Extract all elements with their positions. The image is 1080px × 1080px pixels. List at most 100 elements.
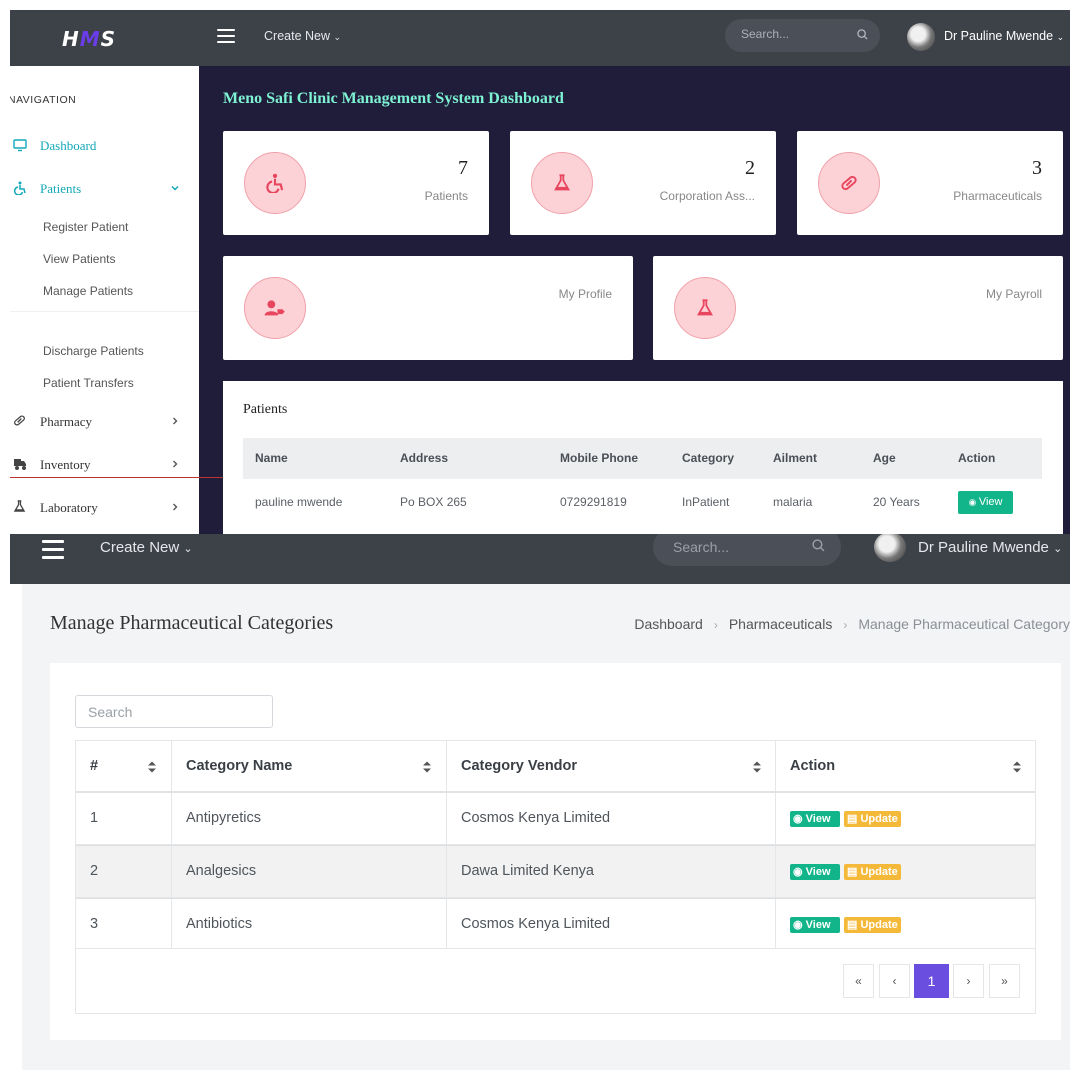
column-header: Action bbox=[958, 451, 996, 465]
view-button[interactable]: ◉ View bbox=[790, 811, 840, 827]
main-content: Manage Pharmaceutical Categories Dashboa… bbox=[22, 584, 1070, 1070]
column-header-category-vendor[interactable]: Category Vendor bbox=[447, 741, 776, 791]
pagination-next[interactable]: › bbox=[953, 964, 984, 998]
chevron-right-icon bbox=[170, 416, 180, 426]
column-header: Category bbox=[682, 451, 735, 465]
wheelchair-icon bbox=[13, 181, 27, 195]
edit-icon: ▤ bbox=[847, 813, 861, 825]
search-input[interactable] bbox=[741, 27, 851, 41]
edit-icon: ▤ bbox=[847, 866, 861, 878]
dashboard-title: Meno Safi Clinic Management System Dashb… bbox=[223, 90, 564, 107]
table-row: 2 Analgesics Dawa Limited Kenya ◉ View ▤… bbox=[76, 845, 1035, 898]
stat-value: 7 bbox=[458, 157, 468, 179]
sort-icon[interactable] bbox=[752, 760, 762, 774]
stat-card-patients[interactable]: 7 Patients bbox=[223, 131, 489, 235]
breadcrumb-current: Manage Pharmaceutical Category bbox=[858, 616, 1070, 632]
page-title: Manage Pharmaceutical Categories bbox=[50, 612, 334, 634]
cell-category-vendor: Cosmos Kenya Limited bbox=[461, 916, 611, 932]
create-new-dropdown[interactable]: Create New ⌄ bbox=[264, 29, 341, 43]
cell-name: pauline mwende bbox=[255, 495, 343, 509]
user-menu[interactable]: Dr Pauline Mwende ⌄ bbox=[918, 539, 1062, 556]
breadcrumb-separator-icon: › bbox=[713, 618, 718, 632]
user-avatar[interactable] bbox=[907, 23, 935, 51]
pagination-first[interactable]: « bbox=[843, 964, 874, 998]
truck-icon bbox=[13, 457, 29, 471]
sidebar-item-patients[interactable]: Patients bbox=[10, 178, 199, 200]
column-header-category-name[interactable]: Category Name bbox=[172, 741, 447, 791]
flask-icon bbox=[13, 500, 26, 513]
sidebar-item-dashboard[interactable]: Dashboard bbox=[10, 135, 199, 157]
patients-table-title: Patients bbox=[243, 402, 288, 417]
monitor-icon bbox=[13, 138, 27, 152]
cell-phone: 0729291819 bbox=[560, 495, 627, 509]
sidebar-divider bbox=[10, 311, 199, 312]
view-button[interactable]: ◉ View bbox=[790, 864, 840, 880]
column-header: Age bbox=[873, 451, 896, 465]
search-icon[interactable] bbox=[857, 29, 868, 40]
pagination-previous[interactable]: ‹ bbox=[879, 964, 910, 998]
update-button[interactable]: ▤ Update bbox=[844, 864, 901, 880]
sort-icon[interactable] bbox=[147, 760, 157, 774]
sidebar-item-inventory[interactable]: Inventory bbox=[10, 454, 199, 476]
sidebar-subitem-discharge-patients[interactable]: Discharge Patients bbox=[43, 344, 144, 358]
column-header-number[interactable]: # bbox=[76, 741, 172, 791]
sort-icon[interactable] bbox=[422, 760, 432, 774]
menu-toggle-icon[interactable] bbox=[42, 540, 64, 564]
breadcrumb: Dashboard › Pharmaceuticals › Manage Pharmac… bbox=[634, 616, 1070, 632]
column-header: Ailment bbox=[773, 451, 818, 465]
create-new-dropdown[interactable]: Create New ⌄ bbox=[100, 539, 193, 556]
table-row: 1 Antipyretics Cosmos Kenya Limited ◉ Vi… bbox=[76, 793, 1035, 845]
patients-table-card: Patients Name Address Mobile Phone Categ… bbox=[223, 381, 1063, 534]
chevron-down-icon bbox=[170, 183, 180, 193]
cell-age: 20 Years bbox=[873, 495, 920, 509]
update-button[interactable]: ▤ Update bbox=[844, 917, 901, 933]
search-input[interactable] bbox=[673, 539, 803, 555]
stat-card-pharmaceuticals[interactable]: 3 Pharmaceuticals bbox=[797, 131, 1063, 235]
view-button[interactable]: ◉ View bbox=[790, 917, 840, 933]
cell-address: Po BOX 265 bbox=[400, 495, 467, 509]
chevron-right-icon bbox=[170, 459, 180, 469]
sidebar-item-pharmacy[interactable]: Pharmacy bbox=[10, 411, 199, 433]
pill-icon bbox=[818, 152, 880, 214]
column-header: Name bbox=[255, 451, 288, 465]
eye-icon: ◉ bbox=[793, 866, 806, 878]
top-navbar: HMS Create New ⌄ Dr Pauline Mwende ⌄ bbox=[10, 10, 1070, 66]
chevron-right-icon bbox=[170, 502, 180, 512]
pill-icon bbox=[13, 414, 26, 427]
breadcrumb-pharmaceuticals[interactable]: Pharmaceuticals bbox=[729, 616, 833, 632]
column-header-action[interactable]: Action bbox=[776, 741, 1035, 791]
breadcrumb-dashboard[interactable]: Dashboard bbox=[634, 616, 703, 632]
cell-category-name: Antibiotics bbox=[186, 916, 253, 932]
stat-label: Corporation Ass... bbox=[659, 189, 755, 203]
pharmaceutical-categories-screenshot: Create New ⌄ Dr Pauline Mwende ⌄ Manage … bbox=[10, 534, 1070, 1080]
user-menu[interactable]: Dr Pauline Mwende ⌄ bbox=[944, 29, 1064, 43]
eye-icon: ◉ bbox=[793, 813, 806, 825]
sidebar-subitem-manage-patients[interactable]: Manage Patients bbox=[43, 284, 133, 298]
sidebar-subitem-patient-transfers[interactable]: Patient Transfers bbox=[43, 376, 134, 390]
eye-icon: ◉ bbox=[793, 919, 806, 931]
user-avatar[interactable] bbox=[874, 534, 906, 562]
search-box bbox=[725, 19, 880, 52]
sidebar-heading: NAVIGATION bbox=[10, 94, 77, 106]
cell-category-vendor: Cosmos Kenya Limited bbox=[461, 810, 611, 826]
menu-toggle-icon[interactable] bbox=[217, 29, 235, 47]
update-button[interactable]: ▤ Update bbox=[844, 811, 901, 827]
search-icon[interactable] bbox=[812, 539, 825, 552]
stat-label: Patients bbox=[424, 189, 468, 203]
cell-number: 3 bbox=[90, 916, 99, 932]
cell-category: InPatient bbox=[682, 495, 730, 509]
flask-icon bbox=[674, 277, 736, 339]
dashboard-screenshot: HMS Create New ⌄ Dr Pauline Mwende ⌄ NAV… bbox=[10, 10, 1070, 534]
my-profile-card[interactable]: My Profile bbox=[223, 256, 633, 360]
view-patient-button[interactable]: ◉ View bbox=[958, 491, 1013, 514]
pagination-page-1[interactable]: 1 bbox=[914, 964, 949, 998]
sidebar-subitem-register-patient[interactable]: Register Patient bbox=[43, 220, 128, 234]
sidebar-subitem-view-patients[interactable]: View Patients bbox=[43, 252, 116, 266]
table-search-input[interactable] bbox=[75, 695, 273, 728]
sidebar-item-laboratory[interactable]: Laboratory bbox=[10, 497, 199, 519]
pagination-last[interactable]: » bbox=[989, 964, 1020, 998]
sort-icon[interactable] bbox=[1012, 760, 1022, 774]
stat-card-corporation[interactable]: 2 Corporation Ass... bbox=[510, 131, 776, 235]
my-payroll-card[interactable]: My Payroll bbox=[653, 256, 1063, 360]
app-logo[interactable]: HMS bbox=[62, 27, 116, 51]
